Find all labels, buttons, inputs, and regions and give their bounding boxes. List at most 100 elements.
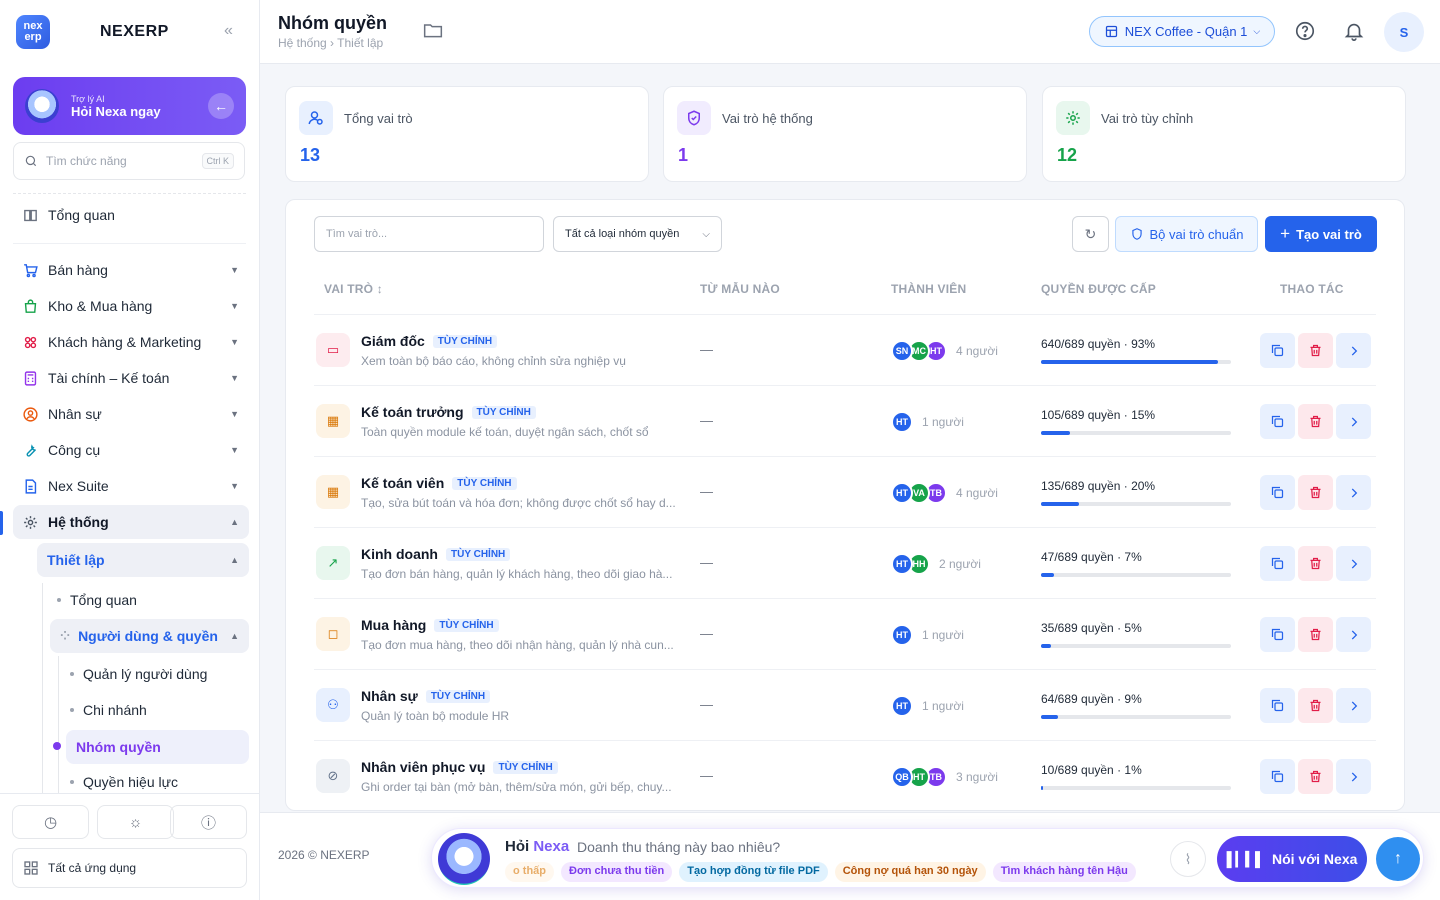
- open-role-button[interactable]: [1336, 404, 1371, 439]
- role-type-badge: TÙY CHỈNH: [471, 405, 536, 419]
- theme-button[interactable]: ☼: [97, 805, 174, 839]
- nav-hr[interactable]: Nhân sự ▼: [13, 397, 249, 431]
- talk-to-nexa-button[interactable]: ▌▎▍▌ Nói với Nexa: [1217, 836, 1367, 882]
- col-header-role[interactable]: VAI TRÒ ↕: [324, 282, 383, 296]
- suggestion-chip[interactable]: Tạo hợp đồng từ file PDF: [679, 862, 828, 882]
- duplicate-button[interactable]: [1260, 404, 1295, 439]
- app-logo[interactable]: nex erp: [16, 15, 50, 49]
- divider: [13, 243, 246, 244]
- role-name-cell[interactable]: Nhân sự TÙY CHỈNH: [361, 688, 491, 704]
- suggestion-chip[interactable]: Công nợ quá hạn 30 ngày: [834, 862, 986, 882]
- folder-icon[interactable]: [423, 21, 443, 44]
- role-name-cell[interactable]: Kế toán viên TÙY CHỈNH: [361, 475, 517, 491]
- send-button[interactable]: ↑: [1376, 837, 1420, 881]
- nav-nex-suite[interactable]: Nex Suite ▼: [13, 469, 249, 503]
- suggestion-chip[interactable]: o thấp: [505, 862, 554, 882]
- nav-setup-overview[interactable]: Tổng quan: [47, 583, 147, 617]
- open-role-button[interactable]: [1336, 759, 1371, 794]
- collapse-sidebar-icon[interactable]: «: [224, 22, 233, 40]
- role-name-cell[interactable]: Nhân viên phục vụ TÙY CHỈNH: [361, 759, 558, 775]
- open-role-button[interactable]: [1336, 688, 1371, 723]
- history-button[interactable]: ◷: [12, 805, 89, 839]
- member-avatars: QB HT TB 3 người: [891, 766, 998, 788]
- table-row[interactable]: ↗ Kinh doanh TÙY CHỈNH Tạo đơn bán hàng,…: [314, 528, 1376, 599]
- ask-nexa-bar[interactable]: Hỏi Nexa Doanh thu tháng này bao nhiêu? …: [431, 828, 1424, 888]
- alert-button[interactable]: ⓘ: [170, 805, 247, 839]
- suggestion-chip[interactable]: Tìm khách hàng tên Hậu: [992, 862, 1136, 882]
- table-row[interactable]: ◻ Mua hàng TÙY CHỈNH Tạo đơn mua hàng, t…: [314, 599, 1376, 670]
- table-row[interactable]: ▦ Kế toán viên TÙY CHỈNH Tạo, sửa bút to…: [314, 457, 1376, 528]
- open-role-button[interactable]: [1336, 546, 1371, 581]
- duplicate-button[interactable]: [1260, 546, 1295, 581]
- nav-roles[interactable]: Nhóm quyền: [66, 730, 249, 764]
- table-row[interactable]: ▦ Kế toán trưởng TÙY CHỈNH Toàn quyền mo…: [314, 386, 1376, 457]
- preset-roles-button[interactable]: Bộ vai trò chuẩn: [1115, 216, 1258, 252]
- nav-inventory[interactable]: Kho & Mua hàng ▼: [13, 289, 249, 323]
- role-type-filter[interactable]: Tất cả loại nhóm quyền ⌵: [553, 216, 722, 252]
- delete-button[interactable]: [1298, 333, 1333, 368]
- nav-finance[interactable]: Tài chính – Kế toán ▼: [13, 361, 249, 395]
- nav-label: Tài chính – Kế toán: [48, 370, 170, 386]
- stat-card-system: Vai trò hệ thống 1: [663, 86, 1027, 182]
- member-avatar[interactable]: HT: [891, 624, 913, 646]
- nav-user-management[interactable]: Quản lý người dùng: [60, 657, 217, 691]
- branch-selector[interactable]: NEX Coffee - Quận 1 ⌵: [1089, 16, 1275, 47]
- duplicate-button[interactable]: [1260, 759, 1295, 794]
- user-avatar[interactable]: S: [1384, 12, 1424, 52]
- nav-crm[interactable]: Khách hàng & Marketing ▼: [13, 325, 249, 359]
- delete-button[interactable]: [1298, 404, 1333, 439]
- attach-button[interactable]: ⌇: [1170, 841, 1206, 877]
- member-avatar[interactable]: HT: [891, 411, 913, 433]
- duplicate-button[interactable]: [1260, 333, 1295, 368]
- ask-input[interactable]: Doanh thu tháng này bao nhiêu?: [577, 839, 780, 855]
- bell-icon[interactable]: [1341, 18, 1367, 44]
- role-search-input[interactable]: Tìm vai trò...: [314, 216, 544, 252]
- delete-button[interactable]: [1298, 617, 1333, 652]
- member-avatar[interactable]: HT: [891, 553, 913, 575]
- nav-tools[interactable]: Công cụ ▼: [13, 433, 249, 467]
- sidebar-search-input[interactable]: Tìm chức năng Ctrl K: [13, 142, 245, 180]
- delete-button[interactable]: [1298, 546, 1333, 581]
- role-name-cell[interactable]: Mua hàng TÙY CHỈNH: [361, 617, 499, 633]
- table-row[interactable]: ⊘ Nhân viên phục vụ TÙY CHỈNH Ghi order …: [314, 741, 1376, 810]
- nav-setup[interactable]: Thiết lập ▲: [37, 543, 249, 577]
- nav-system[interactable]: Hệ thống ▲: [13, 505, 249, 539]
- ai-assistant-card[interactable]: Trợ lý AI Hỏi Nexa ngay ←: [13, 77, 246, 135]
- create-role-button[interactable]: + Tạo vai trò: [1265, 216, 1377, 252]
- duplicate-button[interactable]: [1260, 688, 1295, 723]
- arrow-left-icon[interactable]: ←: [208, 93, 234, 119]
- nav-sales[interactable]: Bán hàng ▼: [13, 253, 249, 287]
- nav-branch[interactable]: Chi nhánh: [60, 693, 157, 727]
- chevron-right-icon: [1351, 629, 1357, 640]
- open-role-button[interactable]: [1336, 617, 1371, 652]
- duplicate-button[interactable]: [1260, 617, 1295, 652]
- calculator-icon: [21, 369, 39, 387]
- role-name-cell[interactable]: Kế toán trưởng TÙY CHỈNH: [361, 404, 536, 420]
- nav-users-permissions[interactable]: ⁘ Người dùng & quyền ▲: [50, 619, 249, 653]
- delete-button[interactable]: [1298, 759, 1333, 794]
- ask-brand: Nexa: [533, 838, 570, 855]
- copy-icon: [1271, 628, 1284, 641]
- duplicate-button[interactable]: [1260, 475, 1295, 510]
- member-avatar[interactable]: HT: [891, 695, 913, 717]
- member-avatar[interactable]: HT: [891, 482, 913, 504]
- table-row[interactable]: ▭ Giám đốc TÙY CHỈNH Xem toàn bộ báo cáo…: [314, 315, 1376, 386]
- preset-label: Bộ vai trò chuẩn: [1149, 226, 1244, 242]
- role-name-cell[interactable]: Kinh doanh TÙY CHỈNH: [361, 546, 511, 562]
- nav-label: Kho & Mua hàng: [48, 298, 153, 314]
- role-name-cell[interactable]: Giám đốc TÙY CHỈNH: [361, 333, 498, 349]
- refresh-button[interactable]: ↻: [1072, 216, 1109, 252]
- delete-button[interactable]: [1298, 475, 1333, 510]
- member-avatars: HT 1 người: [891, 624, 964, 646]
- breadcrumb[interactable]: Hệ thống › Thiết lập: [278, 36, 383, 50]
- open-role-button[interactable]: [1336, 333, 1371, 368]
- member-avatar[interactable]: SN: [891, 340, 913, 362]
- all-apps-button[interactable]: Tất cả ứng dụng: [12, 848, 247, 888]
- suggestion-chip[interactable]: Đơn chưa thu tiền: [561, 862, 673, 882]
- help-icon[interactable]: [1292, 18, 1318, 44]
- nav-overview[interactable]: Tổng quan: [13, 198, 249, 232]
- open-role-button[interactable]: [1336, 475, 1371, 510]
- delete-button[interactable]: [1298, 688, 1333, 723]
- table-row[interactable]: ⚇ Nhân sự TÙY CHỈNH Quản lý toàn bộ modu…: [314, 670, 1376, 741]
- member-avatar[interactable]: QB: [891, 766, 913, 788]
